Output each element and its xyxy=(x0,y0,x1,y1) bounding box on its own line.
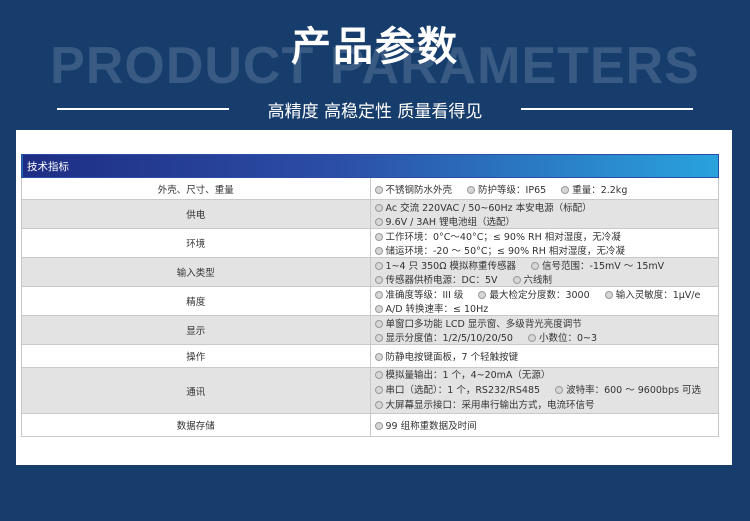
bullet-icon xyxy=(604,291,613,299)
spec-item: 六线制 xyxy=(512,272,552,286)
bullet-icon xyxy=(374,334,383,342)
bullet-icon xyxy=(374,204,383,212)
table-row: 外壳、尺寸、重量 不锈钢防水外壳 防护等级：IP65 重量：2.2kg xyxy=(21,177,719,200)
bullet-icon xyxy=(561,185,570,194)
row-value: 99 组称重数据及时间 xyxy=(369,413,719,437)
table-row: 通讯 模拟量输出：1 个，4~20mA（无源） 串口（选配）：1 个，RS232… xyxy=(21,367,719,414)
spec-item: Ac 交流 220VAC / 50~60Hz 本安电源（标配） xyxy=(374,200,592,214)
table-row: 环境 工作环境：0°C～40°C；≤ 90% RH 相对湿度，无冷凝 储运环境：… xyxy=(21,228,719,258)
row-line: 模拟量输出：1 个，4~20mA（无源） 串口（选配）：1 个，RS232/RS… xyxy=(374,368,719,398)
row-label: 输入类型 xyxy=(21,257,371,287)
table-row: 数据存储 99 组称重数据及时间 xyxy=(21,413,719,437)
row-label: 供电 xyxy=(21,199,371,229)
table-header-row: 技术指标 xyxy=(21,154,719,178)
spec-item: 单窗口多功能 LCD 显示窗、多级背光亮度调节 xyxy=(374,316,582,330)
row-label: 操作 xyxy=(21,344,371,368)
table-row: 操作 防静电按键面板，7 个轻触按键 xyxy=(21,344,719,368)
bullet-icon xyxy=(374,218,383,226)
row-label: 数据存储 xyxy=(21,413,371,437)
spec-item: 波特率：600 ～ 9600bps 可选 xyxy=(555,383,701,398)
table-row: 供电 Ac 交流 220VAC / 50~60Hz 本安电源（标配） 9.6V … xyxy=(21,199,719,229)
spec-item: 最大检定分度数：3000 xyxy=(478,287,590,301)
spec-item: A/D 转换速率：≤ 10Hz xyxy=(374,301,488,315)
table-row: 输入类型 1~4 只 350Ω 模拟称重传感器 信号范围：-15mV ～ 15m… xyxy=(21,257,719,287)
bullet-icon xyxy=(374,401,383,409)
spec-item: 输入灵敏度：1μV/e xyxy=(604,287,700,301)
spec-item: 不锈钢防水外壳 xyxy=(374,182,452,196)
bullet-icon xyxy=(374,262,383,270)
bullet-icon xyxy=(374,386,383,394)
row-label: 通讯 xyxy=(21,367,371,414)
spec-item: 显示分度值：1/2/5/10/20/50 xyxy=(374,330,513,344)
spec-item: 9.6V / 3AH 锂电池组（选配） xyxy=(374,214,515,228)
row-label: 外壳、尺寸、重量 xyxy=(21,177,371,200)
bullet-icon xyxy=(374,320,383,328)
row-value: 不锈钢防水外壳 防护等级：IP65 重量：2.2kg xyxy=(369,177,719,200)
bullet-icon xyxy=(467,185,476,194)
page-title: 产品参数 xyxy=(291,24,459,70)
bullet-icon xyxy=(512,276,521,284)
spec-item: 小数位：0~3 xyxy=(527,330,597,344)
spec-item: 信号范围：-15mV ～ 15mV xyxy=(531,258,664,272)
bullet-icon xyxy=(527,334,536,342)
row-value: 单窗口多功能 LCD 显示窗、多级背光亮度调节 显示分度值：1/2/5/10/2… xyxy=(369,315,719,345)
spec-item: 传感器供桥电源：DC：5V xyxy=(374,272,498,286)
table-row: 显示 单窗口多功能 LCD 显示窗、多级背光亮度调节 显示分度值：1/2/5/1… xyxy=(21,315,719,345)
subtitle-row: 高精度 高稳定性 质量看得见 xyxy=(0,97,750,122)
spec-table: 技术指标 外壳、尺寸、重量 不锈钢防水外壳 防护等级：IP65 重量：2.2kg… xyxy=(21,154,719,437)
bullet-icon xyxy=(374,422,383,430)
row-line: 大屏幕显示接口：采用串行输出方式，电流环信号 xyxy=(374,398,719,413)
spec-item: 模拟量输出：1 个，4~20mA（无源） xyxy=(374,368,550,383)
spec-item: 准确度等级：III 级 xyxy=(374,287,463,301)
bullet-icon xyxy=(374,353,383,361)
bullet-icon xyxy=(374,233,383,241)
row-value: 工作环境：0°C～40°C；≤ 90% RH 相对湿度，无冷凝 储运环境：-20… xyxy=(369,228,719,258)
spec-item: 工作环境：0°C～40°C；≤ 90% RH 相对湿度，无冷凝 xyxy=(374,229,621,243)
row-value: Ac 交流 220VAC / 50~60Hz 本安电源（标配） 9.6V / 3… xyxy=(369,199,719,229)
bullet-icon xyxy=(374,185,383,194)
bullet-icon xyxy=(374,247,383,255)
row-label: 精度 xyxy=(21,286,371,316)
spec-item: 防静电按键面板，7 个轻触按键 xyxy=(374,349,518,363)
bullet-icon xyxy=(374,276,383,284)
bullet-icon xyxy=(374,291,383,299)
bullet-icon xyxy=(374,371,383,379)
row-label: 显示 xyxy=(21,315,371,345)
row-value: 模拟量输出：1 个，4~20mA（无源） 串口（选配）：1 个，RS232/RS… xyxy=(369,367,719,414)
spec-item: 串口（选配）：1 个，RS232/RS485 xyxy=(374,383,540,398)
spec-item: 重量：2.2kg xyxy=(561,182,627,196)
divider-right xyxy=(521,108,693,110)
table-row: 精度 准确度等级：III 级 最大检定分度数：3000 输入灵敏度：1μV/e … xyxy=(21,286,719,316)
row-value: 防静电按键面板，7 个轻触按键 xyxy=(369,344,719,368)
row-label: 环境 xyxy=(21,228,371,258)
bullet-icon xyxy=(555,386,564,394)
spec-item: 大屏幕显示接口：采用串行输出方式，电流环信号 xyxy=(374,398,595,413)
bullet-icon xyxy=(478,291,487,299)
spec-item: 储运环境：-20 ～ 50°C；≤ 90% RH 相对湿度，无冷凝 xyxy=(374,243,625,257)
spec-item: 防护等级：IP65 xyxy=(467,182,546,196)
table-header: 技术指标 xyxy=(21,154,719,178)
spec-item: 99 组称重数据及时间 xyxy=(374,418,477,432)
spec-item: 1~4 只 350Ω 模拟称重传感器 xyxy=(374,258,516,272)
row-value: 1~4 只 350Ω 模拟称重传感器 信号范围：-15mV ～ 15mV 传感器… xyxy=(369,257,719,287)
bullet-icon xyxy=(374,305,383,313)
row-value: 准确度等级：III 级 最大检定分度数：3000 输入灵敏度：1μV/e A/D… xyxy=(369,286,719,316)
bullet-icon xyxy=(531,262,540,270)
